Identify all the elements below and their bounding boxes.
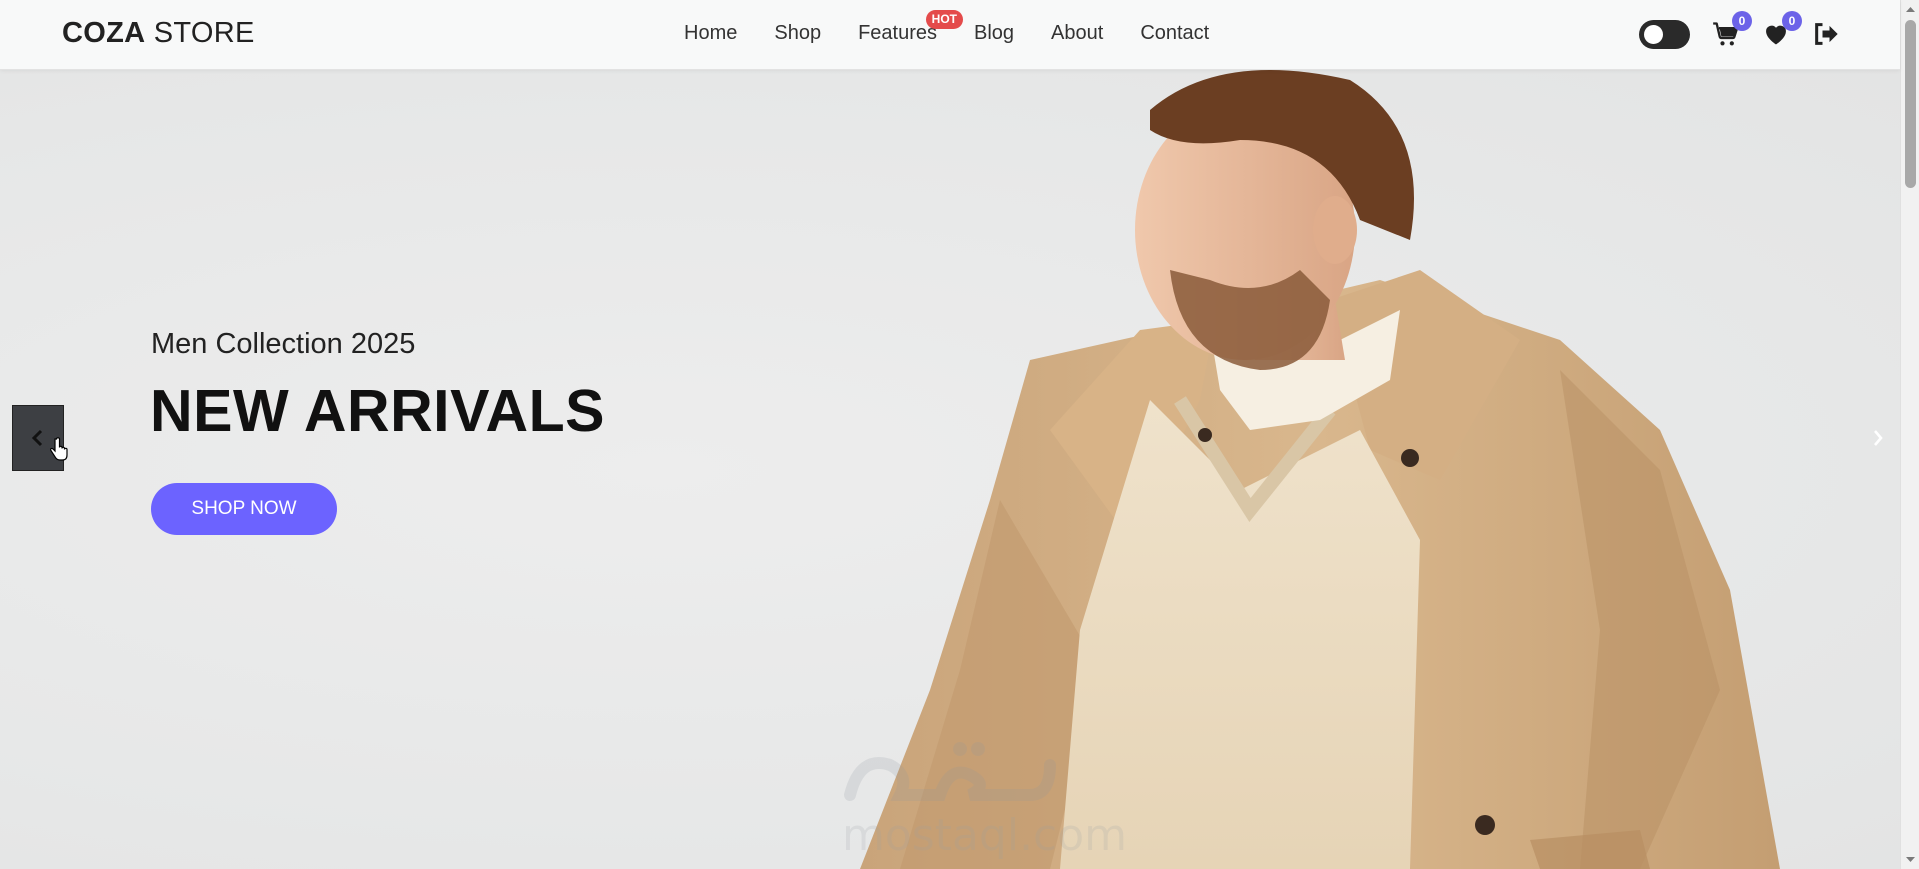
hero-title: NEW ARRIVALS (150, 378, 606, 444)
wishlist-button[interactable]: 0 (1762, 11, 1802, 50)
watermark: mostaql.com (840, 735, 1127, 865)
hand-cursor-icon (50, 437, 68, 461)
cart-count: 0 (1732, 11, 1752, 31)
page-scrollbar[interactable] (1900, 0, 1919, 869)
shop-now-button[interactable]: SHOP NOW (151, 483, 337, 535)
nav-about[interactable]: About (1051, 22, 1103, 45)
wishlist-count: 0 (1782, 11, 1802, 31)
scroll-up-icon[interactable] (1905, 4, 1916, 15)
logout-button[interactable] (1812, 20, 1842, 50)
logo-light: STORE (145, 17, 255, 49)
chevron-right-icon (1874, 430, 1883, 446)
site-header: COZA STORE Home Shop Features HOT Blog A… (0, 0, 1900, 70)
nav-blog[interactable]: Blog (974, 22, 1014, 45)
nav-shop[interactable]: Shop (774, 22, 821, 45)
slider-next-button[interactable] (1866, 420, 1890, 456)
dark-mode-toggle[interactable] (1639, 20, 1690, 49)
logo-bold: COZA (62, 17, 146, 49)
scroll-thumb[interactable] (1905, 20, 1916, 188)
hero-subtitle: Men Collection 2025 (151, 328, 416, 360)
nav-home[interactable]: Home (684, 22, 737, 45)
watermark-logo-icon (844, 742, 1056, 801)
logo[interactable]: COZA STORE (62, 17, 255, 50)
nav-features-label: Features (858, 22, 938, 44)
toggle-knob (1644, 25, 1663, 44)
main-nav: Home Shop Features HOT Blog About Contac… (684, 10, 1246, 45)
nav-contact[interactable]: Contact (1140, 22, 1209, 45)
watermark-text: mostaql.com (842, 810, 1128, 861)
cart-button[interactable]: 0 (1712, 11, 1752, 50)
hero-slider: Men Collection 2025 NEW ARRIVALS SHOP NO… (0, 70, 1900, 869)
nav-features[interactable]: Features HOT (858, 10, 964, 45)
chevron-left-icon (31, 429, 43, 447)
logout-icon (1815, 23, 1838, 45)
hot-badge: HOT (925, 10, 964, 29)
scroll-down-icon[interactable] (1905, 854, 1916, 865)
